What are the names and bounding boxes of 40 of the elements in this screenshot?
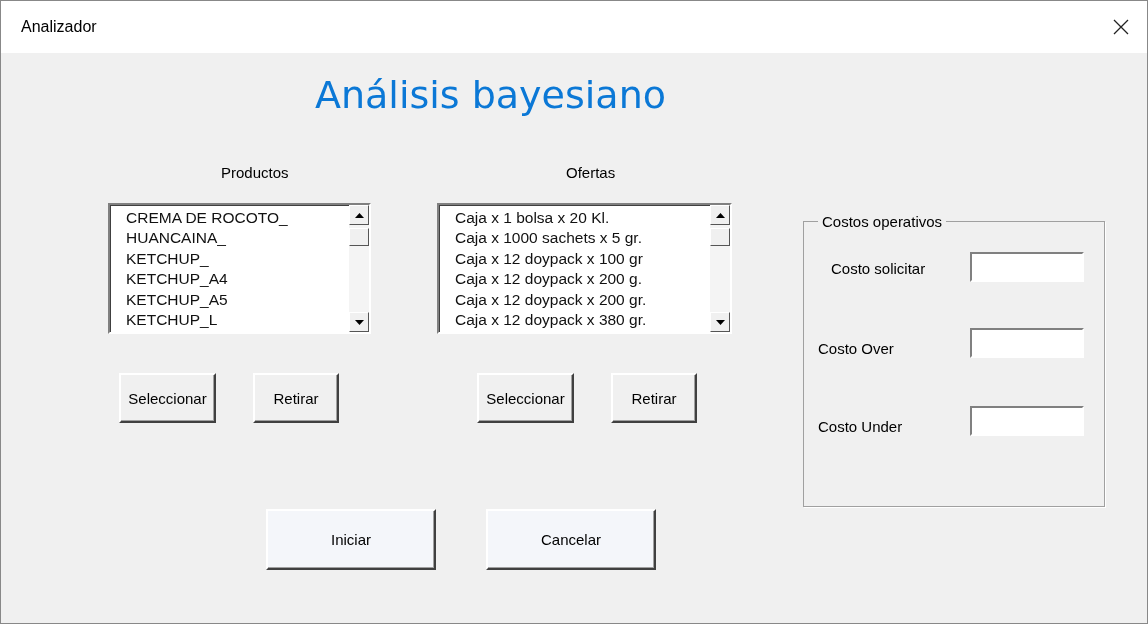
list-item[interactable]: Caja x 12 doypack x 380 gr. <box>455 310 710 331</box>
scroll-thumb[interactable] <box>710 228 730 246</box>
up-arrow-icon[interactable] <box>354 212 364 218</box>
remove-button[interactable]: Retirar <box>611 373 697 423</box>
list-item[interactable]: Caja x 1 bolsa x 20 Kl. <box>455 208 710 229</box>
scroll-bar[interactable] <box>710 205 730 332</box>
input-field[interactable] <box>970 406 1084 436</box>
select-button[interactable]: Seleccionar <box>477 373 574 423</box>
select-button[interactable]: Seleccionar <box>119 373 216 423</box>
remove-button[interactable]: Retirar <box>253 373 339 423</box>
up-arrow-icon[interactable] <box>715 212 725 218</box>
down-arrow-icon[interactable] <box>715 319 725 325</box>
close-icon[interactable] <box>1113 19 1129 35</box>
scroll-bar[interactable] <box>349 205 369 332</box>
input-field[interactable] <box>970 252 1084 282</box>
list-label: Ofertas <box>566 164 616 183</box>
list-label: Productos <box>221 164 289 183</box>
scroll-thumb[interactable] <box>349 228 369 246</box>
list-item[interactable]: KETCHUP_A4 <box>126 269 349 290</box>
input-field[interactable] <box>970 328 1084 358</box>
list-item[interactable]: KETCHUP_ <box>126 248 349 270</box>
start-button[interactable]: Iniciar <box>266 509 436 570</box>
list-box[interactable]: Caja x 1 bolsa x 20 Kl. Caja x 1000 sachets x 5 gr. Caja x 12 doypack x 100 gr Caja x 12 doypack x 200 g. Caja x 12 doypack x 200 gr. Caja x 12 doypack x 380 gr. <box>437 203 732 334</box>
list-item[interactable]: KETCHUP_L <box>126 310 349 331</box>
list-item[interactable]: Caja x 12 doypack x 100 gr <box>455 248 710 270</box>
list-item[interactable]: HUANCAINA_ <box>126 228 349 249</box>
list-item[interactable]: Caja x 12 doypack x 200 gr. <box>455 289 710 311</box>
list-item[interactable]: Caja x 1000 sachets x 5 gr. <box>455 228 710 249</box>
list-box[interactable]: CREMA DE ROCOTO_ HUANCAINA_ KETCHUP_ KETCHUP_A4 KETCHUP_A5 KETCHUP_L <box>108 203 371 334</box>
window-title: Analizador <box>21 18 97 36</box>
cancel-button[interactable]: Cancelar <box>486 509 656 570</box>
dialog-heading: Análisis bayesiano <box>314 72 667 119</box>
frame-title: Costos operativos <box>821 213 944 230</box>
field-label: Costo Under <box>818 418 903 435</box>
field-label: Costo solicitar <box>831 260 926 277</box>
down-arrow-icon[interactable] <box>354 319 364 325</box>
field-label: Costo Over <box>818 340 894 357</box>
list-item[interactable]: CREMA DE ROCOTO_ <box>126 208 349 229</box>
list-item[interactable]: Caja x 12 doypack x 200 g. <box>455 269 710 290</box>
list-item[interactable]: KETCHUP_A5 <box>126 289 349 311</box>
